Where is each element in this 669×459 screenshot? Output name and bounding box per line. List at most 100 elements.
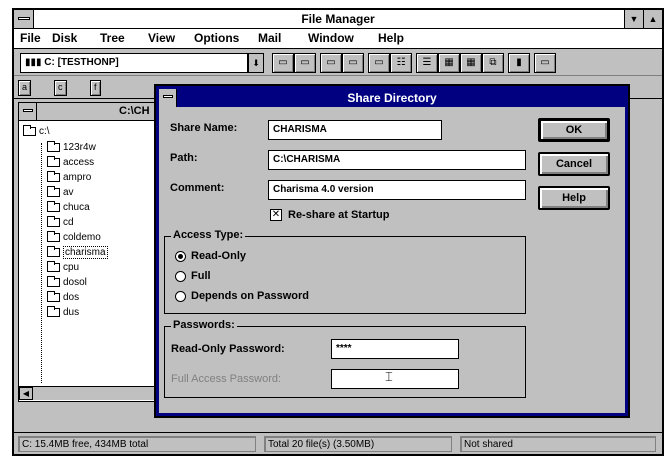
- menu-window[interactable]: Window: [308, 31, 354, 45]
- full-access-password-label: Full Access Password:: [171, 373, 282, 385]
- comment-field[interactable]: Charisma 4.0 version: [268, 180, 526, 200]
- tree-root[interactable]: c:\: [23, 124, 50, 139]
- tree-item[interactable]: av: [47, 185, 74, 200]
- text-cursor-icon: ⌶: [385, 369, 393, 384]
- tree-root-label: c:\: [39, 126, 50, 137]
- folder-icon: [47, 155, 60, 167]
- share-name-field[interactable]: CHARISMA: [268, 120, 442, 140]
- tree-item-label: av: [63, 187, 74, 198]
- folder-icon: [47, 260, 60, 272]
- ok-button[interactable]: OK: [538, 118, 610, 142]
- folder-icon: [47, 290, 60, 302]
- sort-size-button[interactable]: ⧉: [482, 53, 504, 73]
- drive-f-button[interactable]: f: [90, 80, 101, 96]
- drive-a-button[interactable]: a: [18, 80, 32, 96]
- tree-item[interactable]: ampro: [47, 170, 91, 185]
- path-field[interactable]: C:\CHARISMA: [268, 150, 526, 170]
- connect-drive-button[interactable]: ▭: [272, 53, 294, 73]
- depends-on-password-label: Depends on Password: [191, 290, 309, 302]
- tree-item-selected[interactable]: charisma: [47, 245, 108, 260]
- tree-item-label: dos: [63, 292, 80, 303]
- details-view-button[interactable]: ☰: [416, 53, 438, 73]
- path-label: Path:: [170, 152, 198, 164]
- menu-disk[interactable]: Disk: [52, 31, 77, 45]
- sort-type-button[interactable]: ▦: [460, 53, 482, 73]
- dialog-title-bar[interactable]: Share Directory: [159, 89, 625, 107]
- comment-label: Comment:: [170, 182, 225, 194]
- tree-item[interactable]: cpu: [47, 260, 79, 275]
- tree-item-label: access: [63, 157, 95, 168]
- menu-bar: File Disk Tree View Options Mail Window …: [14, 29, 662, 49]
- tree-item[interactable]: 123r4w: [47, 140, 96, 155]
- full-radio[interactable]: [175, 271, 186, 282]
- share-as-button[interactable]: ▭: [320, 53, 342, 73]
- folder-icon: [47, 275, 60, 287]
- full-label: Full: [191, 270, 211, 282]
- read-only-label: Read-Only: [191, 250, 247, 262]
- tree-item[interactable]: cd: [47, 215, 74, 230]
- tree-item-label: coldemo: [63, 232, 101, 243]
- status-file-count: Total 20 file(s) (3.50MB): [264, 436, 452, 452]
- large-icons-button[interactable]: ▭: [368, 53, 390, 73]
- reshare-checkbox[interactable]: ✕: [270, 209, 282, 221]
- menu-help[interactable]: Help: [378, 31, 404, 45]
- maximize-button[interactable]: ▲: [643, 10, 662, 28]
- reshare-label: Re-share at Startup: [288, 209, 390, 221]
- sort-date-button[interactable]: ▮: [508, 53, 530, 73]
- share-directory-dialog: Share Directory Share Name: CHARISMA Pat…: [154, 84, 630, 418]
- sort-name-button[interactable]: ▦: [438, 53, 460, 73]
- cancel-button[interactable]: Cancel: [538, 152, 610, 176]
- scroll-left-icon[interactable]: ◀: [19, 387, 33, 400]
- disconnect-drive-button[interactable]: ▭: [294, 53, 316, 73]
- menu-tree[interactable]: Tree: [100, 31, 125, 45]
- tree-item[interactable]: dos: [47, 290, 79, 305]
- read-only-password-field[interactable]: ****: [331, 339, 459, 359]
- tree-item[interactable]: dus: [47, 305, 79, 320]
- access-type-group: Access Type: Read-Only Full Depends on P…: [164, 229, 526, 314]
- stop-sharing-button[interactable]: ▭: [342, 53, 364, 73]
- tree-item[interactable]: access: [47, 155, 94, 170]
- share-name-label: Share Name:: [170, 122, 238, 134]
- status-bar: C: 15.4MB free, 434MB total Total 20 fil…: [14, 432, 662, 454]
- access-type-title: Access Type:: [171, 229, 246, 241]
- tree-item-label: chuca: [63, 202, 90, 213]
- new-window-button[interactable]: ▭: [534, 53, 556, 73]
- drive-c-label: c: [58, 82, 63, 92]
- tree-window-title: C:\CH: [119, 105, 150, 117]
- full-access-password-field[interactable]: [331, 369, 459, 389]
- folder-open-icon: [23, 124, 36, 136]
- folder-icon: [47, 245, 60, 257]
- tree-item-label: cpu: [63, 262, 80, 273]
- tree-item-label: dosol: [63, 277, 87, 288]
- chevron-down-icon[interactable]: ⬇: [248, 53, 264, 73]
- tree-system-menu-icon[interactable]: [19, 103, 37, 120]
- list-view-button[interactable]: ☷: [390, 53, 412, 73]
- folder-icon: [47, 170, 60, 182]
- menu-mail[interactable]: Mail: [258, 31, 281, 45]
- title-bar[interactable]: File Manager ▼ ▲: [14, 10, 662, 29]
- passwords-title: Passwords:: [171, 319, 237, 331]
- drive-a-label: a: [22, 82, 28, 92]
- tree-item-label: charisma: [63, 246, 108, 259]
- toolbar: ▮▮▮ C: [TESTHONP] ⬇ ▭ ▭ ▭ ▭ ▭ ☷ ☰ ▦ ▦ ⧉ …: [14, 50, 662, 76]
- status-free-space: C: 15.4MB free, 434MB total: [18, 436, 256, 452]
- read-only-password-label: Read-Only Password:: [171, 343, 285, 355]
- menu-options[interactable]: Options: [194, 31, 239, 45]
- menu-file[interactable]: File: [20, 31, 41, 45]
- read-only-radio[interactable]: [175, 251, 186, 262]
- tree-item-label: ampro: [63, 172, 92, 183]
- drive-f-label: f: [94, 82, 97, 92]
- drive-c-button[interactable]: c: [54, 80, 67, 96]
- folder-icon: [47, 200, 60, 212]
- minimize-button[interactable]: ▼: [624, 10, 643, 28]
- menu-view[interactable]: View: [148, 31, 175, 45]
- tree-item[interactable]: dosol: [47, 275, 87, 290]
- drive-select[interactable]: ▮▮▮ C: [TESTHONP]: [20, 53, 248, 73]
- tree-item[interactable]: chuca: [47, 200, 90, 215]
- folder-icon: [47, 185, 60, 197]
- passwords-group: Passwords: Read-Only Password: **** Full…: [164, 319, 526, 398]
- tree-item[interactable]: coldemo: [47, 230, 101, 245]
- folder-icon: [47, 215, 60, 227]
- depends-on-password-radio[interactable]: [175, 291, 186, 302]
- help-button[interactable]: Help: [538, 186, 610, 210]
